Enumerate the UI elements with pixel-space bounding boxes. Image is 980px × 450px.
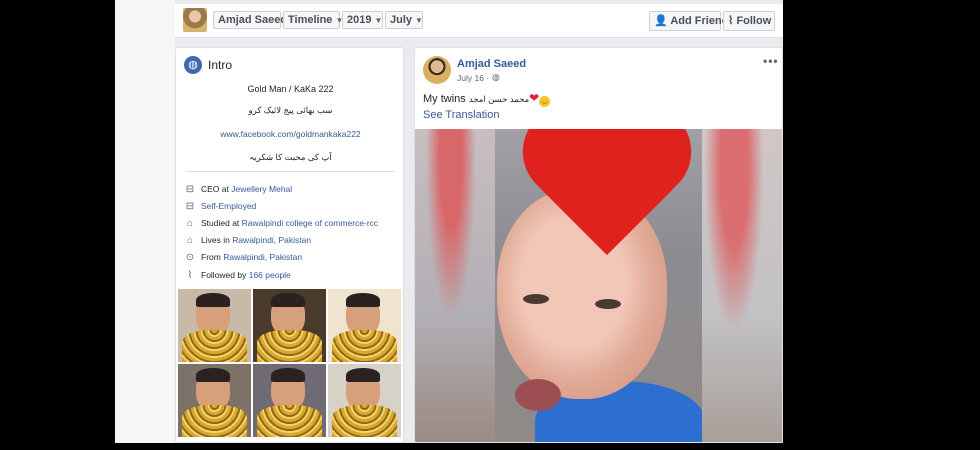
- child-mouth: [515, 379, 561, 411]
- photo-gold: [332, 330, 397, 362]
- detail-link[interactable]: Self-Employed: [201, 201, 256, 211]
- follow-label: Follow: [736, 15, 772, 27]
- child-eye: [523, 294, 549, 304]
- profile-name-label: Amjad Saeed: [218, 14, 288, 26]
- detail-work: ⊟ CEO at Jewellery Mehal: [184, 182, 292, 196]
- photo-thumbnail[interactable]: [178, 289, 251, 362]
- home-icon: ⌂: [186, 235, 194, 246]
- bio-line: Gold Man / KaKa 222: [247, 84, 334, 94]
- post-text-urdu: محمد حسن امجد: [468, 94, 530, 104]
- briefcase-icon: ⊟: [185, 201, 195, 212]
- photo-hair: [346, 368, 380, 382]
- photo-hair: [271, 293, 305, 307]
- rss-icon: ⌇: [728, 15, 734, 27]
- year-label: 2019: [347, 14, 372, 26]
- photo-gold: [332, 405, 397, 437]
- graduation-cap-icon: ⌂: [186, 218, 194, 229]
- intro-title: Intro: [208, 58, 233, 72]
- year-dropdown[interactable]: 2019 ▼: [342, 11, 383, 29]
- timeline-label: Timeline: [288, 14, 333, 26]
- detail-prefix: Studied at: [201, 218, 242, 228]
- detail-prefix: Followed by: [201, 270, 249, 280]
- heart-emoji-icon: ❤: [529, 91, 540, 105]
- child-eye: [595, 299, 621, 309]
- profile-name-button[interactable]: Amjad Saeed: [213, 11, 287, 29]
- left-margin: [115, 0, 175, 443]
- video-frame: [495, 129, 702, 442]
- detail-work: ⊟ Self-Employed: [184, 199, 256, 213]
- detail-link[interactable]: Rawalpindi, Pakistan: [232, 235, 311, 245]
- post-author-link[interactable]: Amjad Saeed: [457, 58, 526, 70]
- photo-thumbnail[interactable]: [253, 289, 326, 362]
- add-friend-label: Add Friend: [670, 15, 729, 27]
- video-blur-right: [701, 129, 782, 442]
- detail-prefix: Lives in: [201, 235, 233, 245]
- timeline-dropdown[interactable]: Timeline ▼: [283, 11, 343, 29]
- post-card: Amjad Saeed July 16 · ◍ ••• My twins محم…: [414, 47, 783, 443]
- heart-overlay-icon: [517, 129, 697, 259]
- photo-thumbnail[interactable]: [328, 364, 401, 437]
- globe-icon: ◍: [184, 56, 202, 74]
- add-friend-icon: 👤: [654, 15, 668, 27]
- photo-hair: [196, 293, 230, 307]
- photo-gold: [182, 405, 247, 437]
- video-blur-left: [415, 129, 495, 442]
- post-video[interactable]: [415, 129, 782, 442]
- post-text-english: My twins: [423, 93, 466, 105]
- bio-line: سب بھائی پیج لائیک کرو: [248, 105, 333, 115]
- photo-hair: [271, 368, 305, 382]
- detail-followers: ⌇ Followed by 166 people: [184, 268, 291, 282]
- detail-link[interactable]: Rawalpindi college of commerce-rcc: [242, 218, 379, 228]
- follow-button[interactable]: ⌇ Follow: [723, 11, 775, 31]
- bio-line: آپ کی محبت کا شکریہ: [249, 152, 332, 162]
- detail-education: ⌂ Studied at Rawalpindi college of commer…: [184, 216, 378, 230]
- rss-icon: ⌇: [187, 270, 193, 281]
- detail-lives-in: ⌂ Lives in Rawalpindi, Pakistan: [184, 233, 311, 247]
- detail-prefix: From: [201, 252, 224, 262]
- add-friend-button[interactable]: 👤 Add Friend: [649, 11, 728, 31]
- chevron-down-icon: ▼: [415, 16, 423, 25]
- author-avatar[interactable]: [423, 56, 451, 84]
- detail-prefix: CEO at: [201, 184, 232, 194]
- photo-thumbnail[interactable]: [253, 364, 326, 437]
- facebook-page: Amjad Saeed Timeline ▼ 2019 ▼ July ▼ 👤 Add …: [115, 0, 783, 443]
- divider: [186, 171, 395, 172]
- post-text: My twins محمد حسن امجد❤ ◡: [423, 91, 551, 107]
- photo-hair: [196, 368, 230, 382]
- detail-link[interactable]: 166 people: [249, 270, 291, 280]
- more-options-icon[interactable]: •••: [763, 54, 779, 68]
- location-pin-icon: ⊙: [185, 252, 195, 263]
- detail-link[interactable]: Jewellery Mehal: [231, 184, 292, 194]
- post-date-link[interactable]: July 16 ·: [457, 73, 489, 83]
- month-label: July: [390, 14, 413, 26]
- briefcase-icon: ⊟: [185, 184, 195, 195]
- photo-gold: [257, 405, 322, 437]
- photo-gold: [182, 330, 247, 362]
- bio-link[interactable]: www.facebook.com/goldmankaka222: [176, 129, 405, 139]
- grin-emoji-icon: ◡: [539, 96, 551, 107]
- chevron-down-icon: ▼: [374, 16, 383, 25]
- photo-thumbnail[interactable]: [328, 289, 401, 362]
- photo-gold: [257, 330, 322, 362]
- see-translation-link[interactable]: See Translation: [423, 109, 499, 121]
- globe-icon: ◍: [492, 72, 500, 82]
- month-dropdown[interactable]: July ▼: [385, 11, 423, 29]
- photo-thumbnail[interactable]: [178, 364, 251, 437]
- detail-link[interactable]: Rawalpindi, Pakistan: [223, 252, 302, 262]
- detail-from: ⊙ From Rawalpindi, Pakistan: [184, 250, 302, 264]
- profile-avatar-small[interactable]: [183, 8, 207, 32]
- profile-top-bar: Amjad Saeed Timeline ▼ 2019 ▼ July ▼ 👤 Add …: [175, 4, 783, 38]
- photo-hair: [346, 293, 380, 307]
